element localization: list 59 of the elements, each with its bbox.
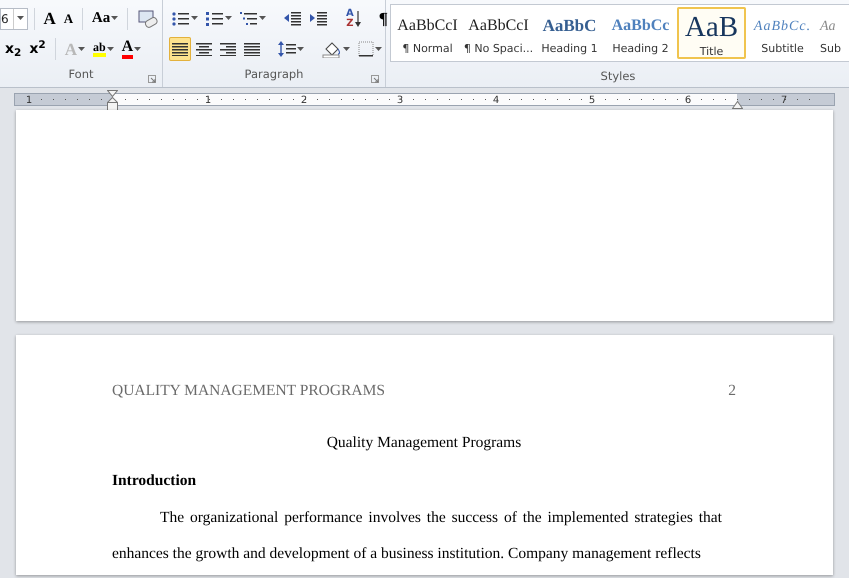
ruler-number: 1 (26, 94, 32, 108)
caret-icon (259, 16, 266, 21)
caret-icon (106, 46, 114, 52)
caret-icon (111, 16, 118, 21)
caret-icon (134, 46, 142, 52)
change-case-button[interactable]: Aa (88, 6, 122, 30)
section-heading: Introduction (112, 470, 196, 490)
style-tile[interactable]: Aa Sub (819, 7, 841, 59)
group-label: Paragraph (244, 66, 304, 84)
decrease-indent-icon (284, 10, 302, 26)
caret-icon (191, 16, 198, 21)
shrink-font-button[interactable]: A (60, 6, 76, 30)
ruler-number: 7 (780, 94, 788, 108)
align-right-icon (220, 42, 236, 56)
paint-bucket-icon (322, 40, 342, 58)
eraser-icon (137, 8, 160, 28)
align-left-button[interactable] (169, 37, 191, 61)
caret-icon (225, 16, 232, 21)
body-paragraph: The organizational performance involves the success of the implemented strategies that enhances the growth and development of a business institution. Company management reflects (112, 508, 722, 564)
ruler-number: 1 (204, 94, 212, 108)
document-title: Quality Management Programs (326, 433, 522, 454)
justify-icon (244, 42, 260, 56)
bullet-list-icon (172, 10, 190, 26)
align-center-icon (196, 42, 212, 56)
font-color-button[interactable]: A (118, 37, 144, 61)
style-tile[interactable]: AaBbCcI ¶ No Spaci... (464, 7, 533, 59)
ruler-number: 2 (300, 94, 308, 108)
page-number: 2 (728, 381, 736, 401)
ruler-number: 6 (684, 94, 692, 108)
dialog-launcher-icon (148, 74, 156, 83)
highlight-button[interactable]: ab (90, 37, 117, 61)
subscript-button[interactable]: x$_{2}$ (2, 37, 24, 61)
ruler-number: 4 (492, 94, 500, 108)
font-size-field[interactable]: 6 (0, 8, 28, 30)
style-tile[interactable]: AaBbCcI ¶ Normal (393, 7, 462, 59)
show-formatting-button[interactable]: ¶ (376, 6, 391, 30)
superscript-button[interactable]: x$^{2}$ (26, 37, 49, 61)
style-tile[interactable]: AaBbCc Heading 2 (606, 7, 675, 59)
dialog-launcher-icon (371, 74, 379, 83)
indent-marker-icon (107, 90, 118, 110)
group-label: Styles (600, 68, 636, 86)
grow-font-button[interactable]: A (40, 6, 59, 30)
caret-icon (16, 16, 24, 21)
caret-icon (297, 46, 304, 52)
style-tile[interactable]: AaBbC Heading 1 (535, 7, 604, 59)
line-spacing-icon (278, 41, 296, 57)
caret-icon (78, 46, 85, 52)
increase-indent-icon (310, 10, 328, 26)
group-label: Font (68, 66, 94, 84)
multilevel-list-icon (240, 10, 258, 26)
sort-button[interactable]: A Z (343, 6, 364, 30)
caret-icon (343, 46, 350, 52)
numbered-list-icon (206, 10, 224, 26)
caret-icon (375, 46, 382, 52)
header-text: QUALITY MANAGEMENT PROGRAMS (112, 381, 385, 401)
style-tile[interactable]: AaB Title (677, 7, 746, 59)
borders-icon (358, 41, 374, 57)
align-left-icon (172, 42, 188, 56)
style-tile[interactable]: AaBbCc. Subtitle (748, 7, 817, 59)
